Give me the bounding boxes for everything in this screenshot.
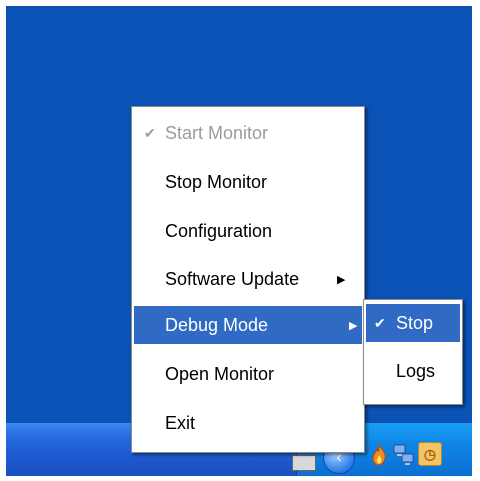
submenu-item-logs[interactable]: Logs <box>366 352 460 390</box>
menu-item-start-monitor[interactable]: ✔ Start Monitor <box>134 114 362 152</box>
menu-item-software-update[interactable]: Software Update ▶ <box>134 260 362 298</box>
fire-icon[interactable] <box>368 443 390 467</box>
check-icon: ✔ <box>144 124 156 141</box>
debug-mode-submenu: ✔ Stop Logs <box>363 299 463 405</box>
menu-item-label: Open Monitor <box>165 363 275 384</box>
clock-icon[interactable]: ◷ <box>418 442 442 466</box>
tray-context-menu: ✔ Start Monitor Stop Monitor Configurati… <box>131 106 365 453</box>
menu-item-label: Stop Monitor <box>165 171 268 192</box>
menu-item-debug-mode[interactable]: Debug Mode ▶ <box>134 306 362 344</box>
check-icon: ✔ <box>374 314 386 331</box>
submenu-item-stop[interactable]: ✔ Stop <box>366 304 460 342</box>
submenu-arrow-icon: ▶ <box>337 273 346 286</box>
menu-item-label: Exit <box>165 412 196 433</box>
menu-item-open-monitor[interactable]: Open Monitor <box>134 355 362 393</box>
menu-item-label: Configuration <box>165 220 273 241</box>
network-icon[interactable] <box>392 442 416 466</box>
menu-item-label: Start Monitor <box>165 122 269 143</box>
menu-item-label: Software Update <box>165 268 300 289</box>
menu-item-label: Debug Mode <box>165 314 269 335</box>
submenu-item-label: Logs <box>396 360 436 381</box>
submenu-item-label: Stop <box>396 312 434 333</box>
keyboard-icon[interactable] <box>292 455 316 471</box>
menu-item-stop-monitor[interactable]: Stop Monitor <box>134 163 362 201</box>
menu-item-configuration[interactable]: Configuration <box>134 212 362 250</box>
menu-item-exit[interactable]: Exit <box>134 404 362 442</box>
submenu-arrow-icon: ▶ <box>349 319 358 332</box>
